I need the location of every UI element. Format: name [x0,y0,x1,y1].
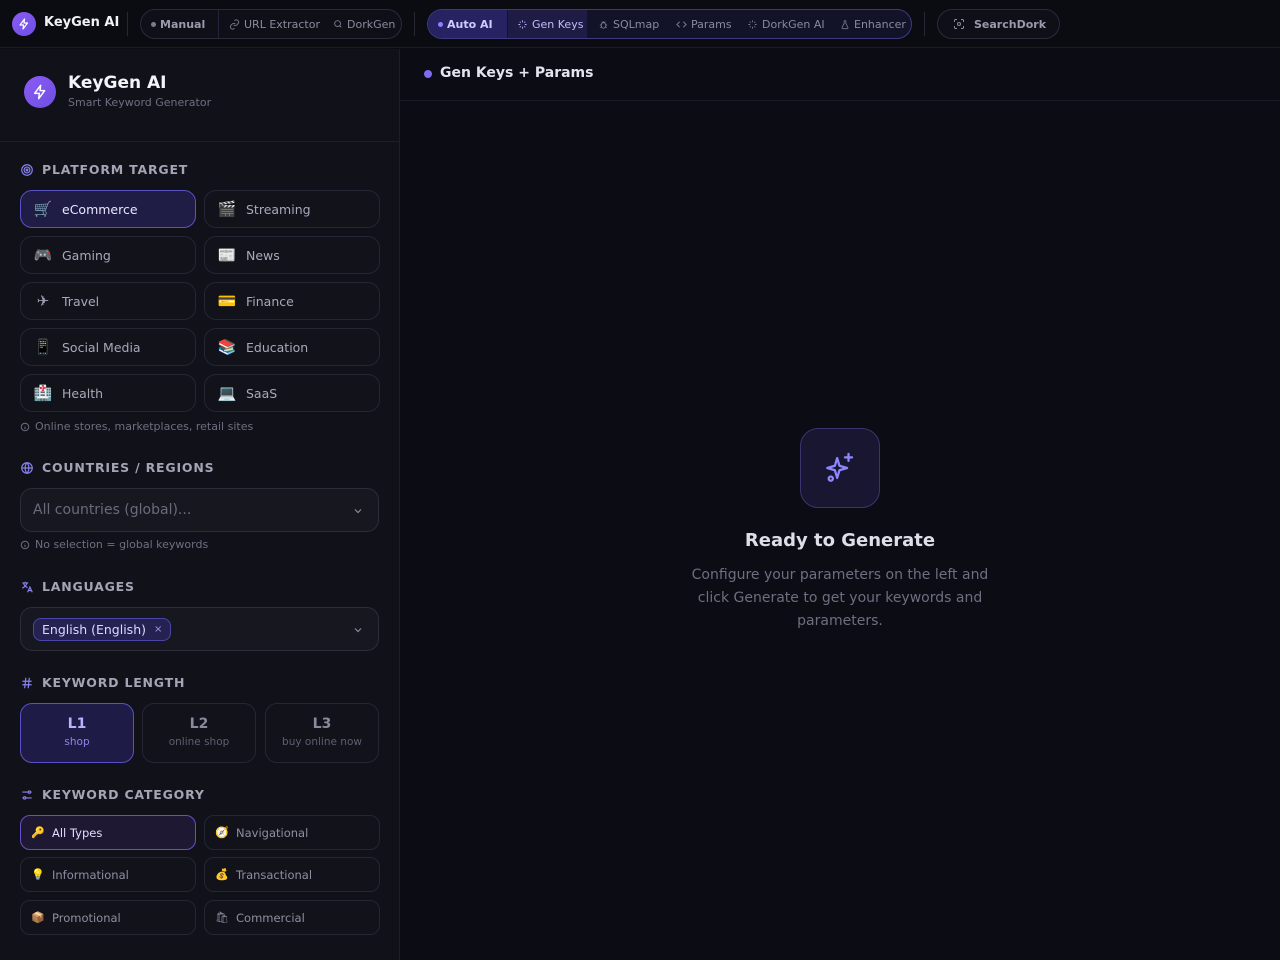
status-dot [424,70,432,78]
code-icon [676,20,687,28]
platform-streaming[interactable]: 🎬 Streaming [204,190,380,228]
compass-icon: 🧭 [215,826,229,839]
category-transactional[interactable]: 💰 Transactional [204,857,380,892]
laptop-icon: 💻 [217,384,237,402]
tab-params[interactable]: Params [676,10,732,38]
countries-heading: COUNTRIES / REGIONS [20,460,214,475]
gamepad-icon: 🎮 [33,246,53,264]
info-icon [20,422,30,431]
category-commercial[interactable]: 🛍 Commercial [204,900,380,935]
length-option-l1[interactable]: L1 shop [20,703,134,763]
key-icon: 🔑 [31,826,45,839]
info-icon [20,540,30,549]
sliders-icon [22,789,32,800]
airplane-icon: ✈ [36,292,50,310]
hospital-icon: 🏥 [33,384,53,402]
tab-dorkgen[interactable]: DorkGen [333,10,395,38]
language-chip: English (English) × [33,618,172,641]
platform-social-media[interactable]: 📱 Social Media [20,328,196,366]
manual-tool-group: Manual URL Extractor DorkGen [140,9,402,39]
divider [924,12,925,36]
sidebar: KeyGen AI Smart Keyword Generator PLATFO… [0,49,400,960]
main-panel: Gen Keys + Params Ready to Generate Conf… [400,49,1280,960]
empty-state-title: Ready to Generate [744,530,936,551]
tab-gen-keys[interactable]: Gen Keys [508,10,587,38]
countries-placeholder: All countries (global)... [33,502,192,518]
money-bag-icon: 💰 [215,868,229,881]
sidebar-header: KeyGen AI Smart Keyword Generator [0,49,399,142]
platform-ecommerce[interactable]: 🛒 eCommerce [20,190,196,228]
platform-education[interactable]: 📚 Education [204,328,380,366]
platform-health[interactable]: 🏥 Health [20,374,196,412]
platform-target-heading: PLATFORM TARGET [20,162,188,177]
lightbulb-icon: 💡 [31,868,45,881]
sidebar-title: KeyGen AI [68,73,167,93]
chevron-down-icon [354,509,362,514]
divider [127,12,128,36]
link-icon [229,18,240,30]
divider [218,10,219,38]
tab-enhancer[interactable]: Enhancer [840,10,906,38]
countries-select[interactable]: All countries (global)... [20,488,379,532]
main-title: Gen Keys + Params [440,65,594,81]
bug-icon [599,20,608,29]
globe-icon [21,461,33,474]
top-bar: KeyGen AI Manual URL Extractor DorkGen A… [0,0,1280,48]
countries-hint: No selection = global keywords [20,538,208,551]
platform-travel[interactable]: ✈ Travel [20,282,196,320]
sidebar-subtitle: Smart Keyword Generator [68,96,212,109]
package-icon: 📦 [31,911,45,924]
hash-icon [22,677,32,688]
bolt-icon [24,76,56,108]
manual-mode-button[interactable]: Manual [151,10,205,38]
category-promotional[interactable]: 📦 Promotional [20,900,196,935]
platform-hint: Online stores, marketplaces, retail site… [20,420,253,433]
books-icon: 📚 [217,338,237,356]
searchdork-label: SearchDork [953,10,1046,38]
sparkles-icon [800,428,880,508]
category-all-types[interactable]: 🔑 All Types [20,815,196,850]
credit-card-icon: 💳 [217,292,237,310]
platform-saas[interactable]: 💻 SaaS [204,374,380,412]
auto-ai-tool-group: Auto AI Gen Keys SQLmap Params DorkGen A… [427,9,912,39]
phone-icon: 📱 [33,338,53,356]
flask-icon [841,19,849,29]
keyword-length-heading: KEYWORD LENGTH [20,675,185,690]
platform-finance[interactable]: 💳 Finance [204,282,380,320]
tab-dorkgen-ai[interactable]: DorkGen AI [747,10,825,38]
length-option-l2[interactable]: L2 online shop [142,703,256,763]
searchdork-button[interactable]: SearchDork [937,9,1060,39]
category-navigational[interactable]: 🧭 Navigational [204,815,380,850]
brand-name: KeyGen AI [44,15,120,30]
translate-icon [22,581,33,592]
chevron-down-icon [354,628,362,633]
tab-url-extractor[interactable]: URL Extractor [229,10,320,38]
auto-ai-mode-button[interactable]: Auto AI [428,10,507,38]
scan-icon [954,19,964,29]
search-icon [334,20,342,28]
length-option-l3[interactable]: L3 buy online now [265,703,379,763]
cart-icon: 🛒 [33,200,53,218]
app-logo-icon [12,12,36,36]
sparkle-icon [518,19,527,29]
sparkle-icon [748,19,757,29]
platform-news[interactable]: 📰 News [204,236,380,274]
shopping-bags-icon: 🛍 [215,911,229,924]
target-icon [21,163,33,176]
status-dot [151,21,156,27]
newspaper-icon: 📰 [217,246,237,264]
platform-gaming[interactable]: 🎮 Gaming [20,236,196,274]
status-dot [438,21,443,27]
keyword-category-heading: KEYWORD CATEGORY [20,787,205,802]
clapper-icon: 🎬 [217,200,237,218]
tab-sqlmap[interactable]: SQLmap [598,10,659,38]
divider [414,12,415,36]
languages-heading: LANGUAGES [20,579,135,594]
chip-remove-icon[interactable]: × [154,624,162,635]
languages-select[interactable]: English (English) × [20,607,379,651]
category-informational[interactable]: 💡 Informational [20,857,196,892]
empty-state-description: Configure your parameters on the left an… [691,567,989,629]
main-header: Gen Keys + Params [400,49,1280,101]
